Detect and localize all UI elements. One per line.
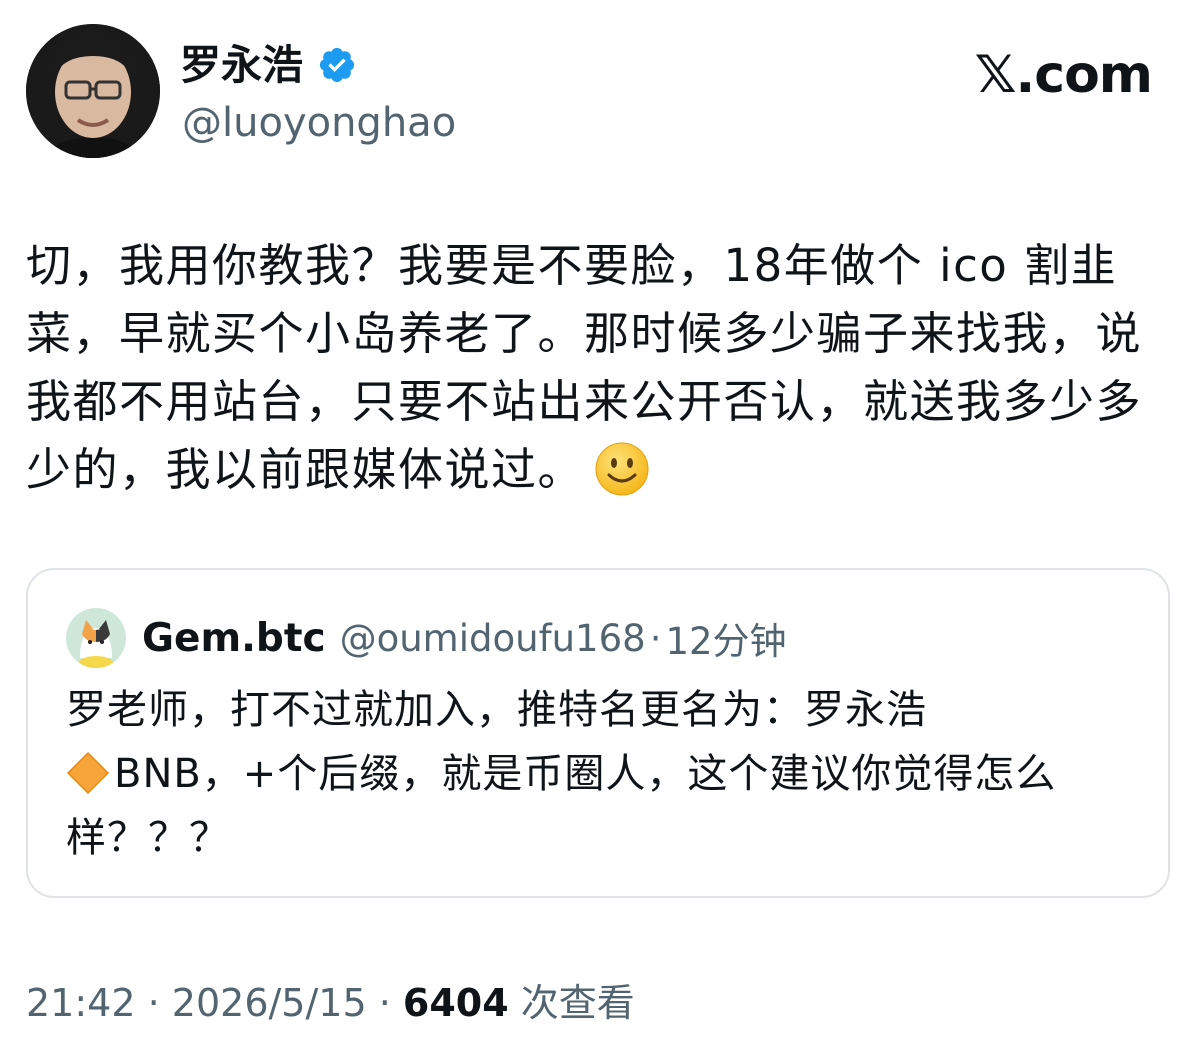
orange-diamond-icon	[66, 751, 110, 795]
tweet-meta: 21:42 · 2026/5/15 · 6404 次查看	[26, 976, 635, 1030]
tweet-text: 切，我用你教我？我要是不要脸，18年做个 ico 割韭菜，早就买个小岛养老了。那…	[26, 232, 1156, 504]
x-logo: 𝕏.com	[974, 45, 1153, 105]
tweet-date[interactable]: 2026/5/15	[172, 981, 367, 1025]
quoted-separator: ·	[649, 616, 662, 660]
meta-separator: ·	[147, 981, 160, 1025]
author-name-row[interactable]: 罗永浩	[180, 36, 357, 94]
tweet-time[interactable]: 21:42	[26, 981, 136, 1025]
views-label: 次查看	[520, 981, 635, 1025]
cat-avatar-icon	[66, 608, 126, 668]
author-avatar[interactable]	[26, 24, 160, 158]
views-count[interactable]: 6404	[403, 981, 509, 1025]
author-name[interactable]: 罗永浩	[180, 36, 303, 94]
quoted-author-name[interactable]: Gem.btc	[142, 616, 326, 661]
quoted-author-handle[interactable]: @oumidoufu168	[340, 617, 646, 660]
author-handle[interactable]: @luoyonghao	[182, 96, 456, 150]
meta-separator: ·	[378, 981, 391, 1025]
quoted-tweet-card[interactable]: Gem.btc @oumidoufu168 · 12分钟 罗老师，打不过就加入，…	[26, 568, 1170, 898]
quoted-tweet-header: Gem.btc @oumidoufu168 · 12分钟	[66, 608, 787, 668]
quoted-text-rest: BNB，+个后缀，就是币圈人，这个建议你觉得怎么样？？？	[66, 751, 1057, 861]
quoted-text-line1: 罗老师，打不过就加入，推特名更名为：罗永浩	[66, 687, 927, 733]
smiley-face-icon	[595, 442, 649, 496]
quoted-author-avatar[interactable]	[66, 608, 126, 668]
verified-badge-icon	[319, 47, 355, 83]
tweet-body: 切，我用你教我？我要是不要脸，18年做个 ico 割韭菜，早就买个小岛养老了。那…	[26, 239, 1143, 496]
quoted-timestamp[interactable]: 12分钟	[665, 611, 786, 665]
quoted-tweet-text: 罗老师，打不过就加入，推特名更名为：罗永浩 BNB，+个后缀，就是币圈人，这个建…	[66, 678, 1136, 870]
author-avatar-image	[26, 24, 160, 158]
